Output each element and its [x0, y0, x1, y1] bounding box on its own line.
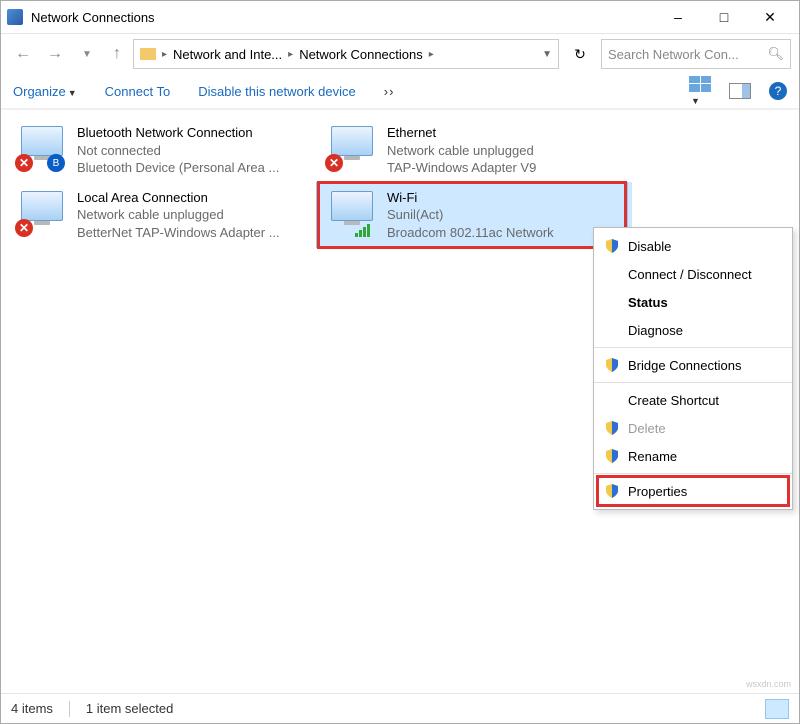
- connection-wifi[interactable]: Wi-Fi Sunil(Act) Broadcom 802.11ac Netwo…: [317, 183, 627, 248]
- menu-diagnose[interactable]: Diagnose: [594, 316, 792, 344]
- bluetooth-icon: B: [47, 154, 65, 172]
- tiles-view-button[interactable]: [765, 699, 789, 719]
- menu-label: Rename: [628, 449, 677, 464]
- menu-rename[interactable]: Rename: [594, 442, 792, 470]
- connection-status: Sunil(Act): [387, 206, 619, 224]
- disable-device-button[interactable]: Disable this network device: [198, 84, 356, 99]
- address-bar[interactable]: ▸ Network and Inte... ▸ Network Connecti…: [133, 39, 559, 69]
- connection-device: Bluetooth Device (Personal Area ...: [77, 159, 309, 177]
- shield-icon: [604, 448, 620, 464]
- connection-ethernet[interactable]: ✕ Ethernet Network cable unplugged TAP-W…: [317, 118, 627, 183]
- breadcrumb-sep-icon: ▸: [288, 49, 293, 60]
- close-button[interactable]: ✕: [747, 1, 793, 33]
- disconnected-icon: ✕: [15, 219, 33, 237]
- view-options-button[interactable]: ▼: [689, 76, 711, 107]
- shield-icon: [604, 357, 620, 373]
- command-bar: Organize▼ Connect To Disable this networ…: [1, 74, 799, 110]
- connection-device: BetterNet TAP-Windows Adapter ...: [77, 224, 309, 242]
- up-button[interactable]: ↑: [105, 40, 129, 68]
- menu-status[interactable]: Status: [594, 288, 792, 316]
- context-menu: Disable Connect / Disconnect Status Diag…: [593, 227, 793, 510]
- menu-bridge[interactable]: Bridge Connections: [594, 351, 792, 379]
- navigation-bar: ← → ▼ ↑ ▸ Network and Inte... ▸ Network …: [1, 34, 799, 74]
- menu-label: Diagnose: [628, 323, 683, 338]
- window-icon: [7, 9, 23, 25]
- menu-disable[interactable]: Disable: [594, 232, 792, 260]
- watermark: wsxdn.com: [746, 679, 791, 689]
- breadcrumb-sep-icon: ▸: [429, 49, 434, 60]
- connection-status: Network cable unplugged: [77, 206, 309, 224]
- connection-status: Network cable unplugged: [387, 142, 619, 160]
- title-bar: Network Connections – □ ✕: [1, 1, 799, 33]
- menu-label: Create Shortcut: [628, 393, 719, 408]
- refresh-button[interactable]: ↻: [563, 39, 597, 69]
- shield-icon: [604, 420, 620, 436]
- connect-to-button[interactable]: Connect To: [105, 84, 171, 99]
- details-view-button[interactable]: [725, 699, 749, 719]
- connection-lan[interactable]: ✕ Local Area Connection Network cable un…: [7, 183, 317, 248]
- organize-menu[interactable]: Organize▼: [13, 84, 77, 99]
- connection-name: Wi-Fi: [387, 189, 619, 207]
- connection-bluetooth[interactable]: ✕ B Bluetooth Network Connection Not con…: [7, 118, 317, 183]
- connection-name: Ethernet: [387, 124, 619, 142]
- menu-label: Connect / Disconnect: [628, 267, 752, 282]
- menu-label: Status: [628, 295, 668, 310]
- connection-name: Local Area Connection: [77, 189, 309, 207]
- device-icon: ✕: [15, 189, 67, 241]
- forward-button[interactable]: →: [41, 40, 69, 68]
- disconnected-icon: ✕: [325, 154, 343, 172]
- back-button[interactable]: ←: [9, 40, 37, 68]
- menu-delete: Delete: [594, 414, 792, 442]
- search-icon: 🔍︎: [767, 46, 784, 62]
- shield-icon: [604, 483, 620, 499]
- menu-label: Bridge Connections: [628, 358, 741, 373]
- menu-label: Delete: [628, 421, 666, 436]
- connection-status: Not connected: [77, 142, 309, 160]
- breadcrumb-seg2[interactable]: Network Connections: [299, 47, 423, 62]
- connection-device: Broadcom 802.11ac Network: [387, 224, 619, 242]
- device-icon: ✕ B: [15, 124, 67, 176]
- shield-icon: [604, 238, 620, 254]
- item-count: 4 items: [11, 701, 53, 716]
- help-icon[interactable]: ?: [769, 82, 787, 100]
- device-icon: ✕: [325, 124, 377, 176]
- menu-connect[interactable]: Connect / Disconnect: [594, 260, 792, 288]
- folder-icon: [140, 48, 156, 60]
- connection-name: Bluetooth Network Connection: [77, 124, 309, 142]
- disconnected-icon: ✕: [15, 154, 33, 172]
- menu-shortcut[interactable]: Create Shortcut: [594, 386, 792, 414]
- device-icon: [325, 189, 377, 241]
- menu-label: Disable: [628, 239, 671, 254]
- connection-device: TAP-Windows Adapter V9: [387, 159, 619, 177]
- window-title: Network Connections: [31, 10, 655, 25]
- selection-count: 1 item selected: [86, 701, 173, 716]
- preview-pane-button[interactable]: [729, 83, 751, 99]
- search-placeholder: Search Network Con...: [608, 47, 739, 62]
- menu-label: Properties: [628, 484, 687, 499]
- recent-dropdown[interactable]: ▼: [73, 40, 101, 68]
- search-box[interactable]: Search Network Con... 🔍︎: [601, 39, 791, 69]
- status-bar: 4 items 1 item selected: [1, 693, 799, 723]
- maximize-button[interactable]: □: [701, 1, 747, 33]
- breadcrumb-seg1[interactable]: Network and Inte...: [173, 47, 282, 62]
- overflow-button[interactable]: ››: [384, 84, 395, 99]
- breadcrumb-sep-icon: ▸: [162, 49, 167, 60]
- menu-properties[interactable]: Properties: [594, 477, 792, 505]
- breadcrumb-history-icon[interactable]: ▼: [542, 49, 552, 60]
- minimize-button[interactable]: –: [655, 1, 701, 33]
- wifi-signal-icon: [355, 223, 375, 237]
